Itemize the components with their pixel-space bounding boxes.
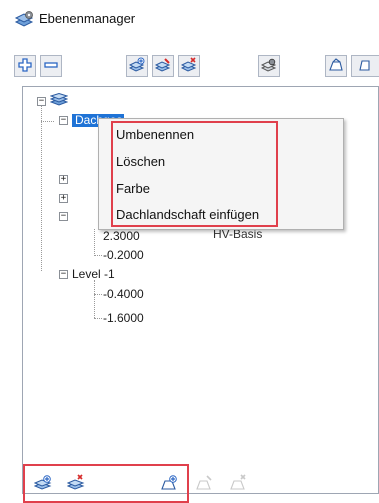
collapse-toggle[interactable]: − bbox=[59, 116, 68, 125]
layer-manager-icon bbox=[14, 10, 34, 28]
tree-guide bbox=[94, 280, 95, 318]
layer-add-icon bbox=[128, 57, 145, 76]
layer-settings-icon bbox=[260, 57, 277, 76]
collapse-toggle[interactable]: − bbox=[59, 212, 68, 221]
tree-node-value[interactable]: -0.4000 bbox=[103, 287, 144, 301]
roof-button[interactable] bbox=[325, 55, 347, 77]
minus-icon bbox=[43, 57, 59, 76]
roof-edit-icon bbox=[195, 474, 213, 495]
window-title: Ebenenmanager bbox=[39, 11, 136, 26]
tree-node-value[interactable]: -0.2000 bbox=[103, 248, 144, 262]
roof-extra-button[interactable] bbox=[351, 55, 379, 77]
layer-edit-icon bbox=[154, 57, 171, 76]
delete-roof-bottom-button[interactable] bbox=[226, 472, 250, 496]
bottom-highlight-box bbox=[23, 464, 189, 503]
roof-delete-icon bbox=[229, 473, 247, 495]
tree-node-value[interactable]: 2.3000 bbox=[103, 229, 140, 243]
roof-extra-icon bbox=[358, 57, 374, 76]
tree-guide bbox=[41, 121, 54, 122]
plus-icon bbox=[17, 57, 33, 76]
tree-node-level[interactable]: Level -1 bbox=[72, 267, 115, 281]
layer-delete-icon bbox=[180, 56, 197, 76]
collapse-toggle[interactable]: − bbox=[37, 97, 46, 106]
edit-roof-bottom-button[interactable] bbox=[192, 472, 216, 496]
tree-guide bbox=[94, 294, 102, 295]
tree-guide bbox=[94, 255, 102, 256]
new-layer-button[interactable] bbox=[126, 55, 148, 77]
expand-toggle[interactable]: + bbox=[59, 175, 68, 184]
tree-guide bbox=[41, 106, 42, 271]
tree-guide bbox=[94, 318, 102, 319]
roof-icon bbox=[328, 57, 344, 76]
layer-stack-icon bbox=[49, 92, 69, 110]
add-item-button[interactable] bbox=[14, 55, 36, 77]
edit-layer-button[interactable] bbox=[152, 55, 174, 77]
layer-settings-button[interactable] bbox=[258, 55, 280, 77]
tree-guide bbox=[94, 229, 95, 256]
tree-node-value[interactable]: -1.6000 bbox=[103, 311, 144, 325]
collapse-toggle[interactable]: − bbox=[59, 270, 68, 279]
expand-toggle[interactable]: + bbox=[59, 194, 68, 203]
menu-highlight-box bbox=[111, 121, 278, 227]
delete-layer-button[interactable] bbox=[178, 55, 200, 77]
title-bar: Ebenenmanager bbox=[0, 0, 379, 40]
remove-item-button[interactable] bbox=[40, 55, 62, 77]
